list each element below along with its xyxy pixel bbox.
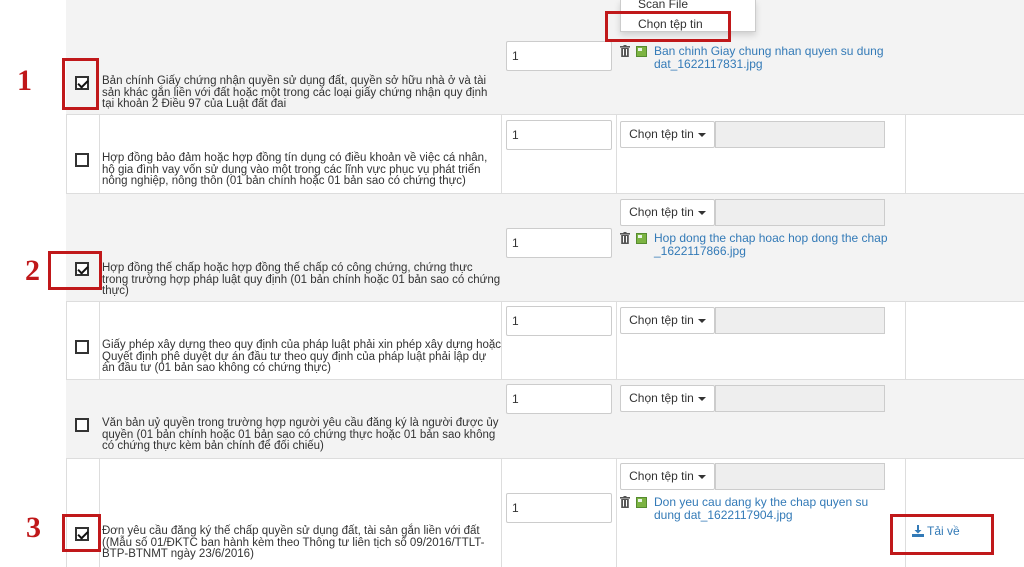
quantity-input[interactable]: 1 (506, 41, 612, 71)
document-checkbox[interactable] (75, 340, 89, 354)
document-description: Hợp đồng bảo đảm hoặc hợp đồng tín dụng … (102, 152, 488, 187)
document-description: Giấy phép xây dựng theo quy định của phá… (102, 339, 502, 374)
menu-item-scan-file[interactable]: Scan File (638, 0, 688, 11)
table-row: Hợp đồng thế chấp hoặc hợp đồng thế chấp… (66, 194, 1024, 302)
file-name-field (715, 463, 885, 490)
annotation-box (890, 514, 994, 555)
image-file-icon (636, 233, 647, 244)
caret-down-icon (697, 396, 706, 401)
table-row: Giấy phép xây dựng theo quy định của phá… (66, 302, 1024, 380)
choose-file-button[interactable]: Chọn tệp tin (620, 385, 715, 412)
annotation-number-3: 3 (26, 511, 41, 544)
quantity-input[interactable]: 1 (506, 384, 612, 414)
file-name-field (715, 307, 885, 334)
file-link[interactable]: Ban chinh Giay chung nhan quyen su dung … (654, 45, 890, 70)
quantity-input[interactable]: 1 (506, 120, 612, 150)
document-checkbox[interactable] (75, 153, 89, 167)
annotation-box (605, 11, 731, 42)
caret-down-icon (697, 132, 706, 137)
annotation-box (48, 251, 102, 290)
quantity-input[interactable]: 1 (506, 228, 612, 258)
caret-down-icon (697, 210, 706, 215)
document-table: Bản chính Giấy chứng nhận quyền sử dụng … (0, 0, 1024, 567)
document-description: Văn bản uỷ quyền trong trường hợp người … (102, 417, 499, 452)
annotation-number-1: 1 (17, 64, 32, 97)
annotation-box (62, 514, 101, 552)
annotation-box (62, 58, 99, 110)
choose-file-label: Chọn tệp tin (629, 205, 694, 219)
document-description: Bản chính Giấy chứng nhận quyền sử dụng … (102, 75, 488, 110)
file-name-field (715, 385, 885, 412)
choose-file-button[interactable]: Chọn tệp tin (620, 199, 715, 226)
choose-file-label: Chọn tệp tin (629, 469, 694, 483)
document-checkbox[interactable] (75, 418, 89, 432)
quantity-input[interactable]: 1 (506, 306, 612, 336)
choose-file-label: Chọn tệp tin (629, 313, 694, 327)
choose-file-button[interactable]: Chọn tệp tin (620, 307, 715, 334)
choose-file-button[interactable]: Chọn tệp tin (620, 121, 715, 148)
caret-down-icon (697, 318, 706, 323)
file-link[interactable]: Don yeu cau dang ky the chap quyen su du… (654, 496, 890, 521)
trash-icon[interactable] (620, 232, 630, 244)
image-file-icon (636, 497, 647, 508)
quantity-input[interactable]: 1 (506, 493, 612, 523)
choose-file-button[interactable]: Chọn tệp tin (620, 463, 715, 490)
document-description: Đơn yêu cầu đăng ký thế chấp quyền sử dụ… (102, 525, 485, 560)
annotation-number-2: 2 (25, 254, 40, 287)
file-name-field (715, 199, 885, 226)
document-description: Hợp đồng thế chấp hoặc hợp đồng thế chấp… (102, 262, 501, 297)
image-file-icon (636, 46, 647, 57)
choose-file-label: Chọn tệp tin (629, 391, 694, 405)
table-row: Văn bản uỷ quyền trong trường hợp người … (66, 380, 1024, 459)
caret-down-icon (697, 474, 706, 479)
choose-file-label: Chọn tệp tin (629, 127, 694, 141)
trash-icon[interactable] (620, 496, 630, 508)
table-row: Bản chính Giấy chứng nhận quyền sử dụng … (66, 0, 1024, 115)
table-row: Đơn yêu cầu đăng ký thế chấp quyền sử dụ… (66, 459, 1024, 567)
trash-icon[interactable] (620, 45, 630, 57)
file-name-field (715, 121, 885, 148)
file-link[interactable]: Hop dong the chap hoac hop dong the chap… (654, 232, 890, 257)
table-row: Hợp đồng bảo đảm hoặc hợp đồng tín dụng … (66, 115, 1024, 194)
